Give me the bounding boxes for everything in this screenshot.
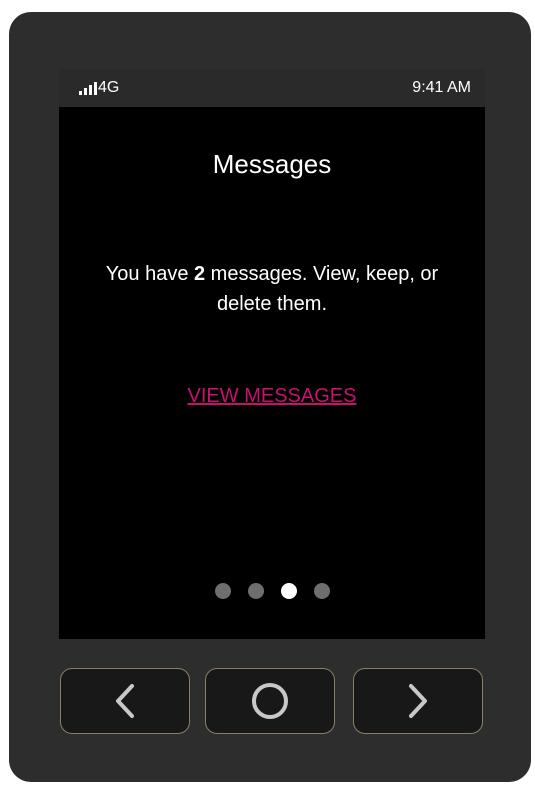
message-suffix: messages. View, keep, or delete them. bbox=[205, 263, 439, 315]
message-count: 2 bbox=[194, 263, 206, 285]
view-messages-link[interactable]: VIEW MESSAGES bbox=[59, 385, 485, 408]
chevron-right-icon bbox=[409, 684, 427, 718]
signal-bars-icon bbox=[79, 81, 97, 95]
page-title: Messages bbox=[212, 149, 332, 179]
status-bar: 4G 9:41 AM bbox=[59, 69, 485, 107]
page-dot bbox=[214, 583, 231, 599]
message-prefix: You have bbox=[105, 263, 194, 285]
back-button[interactable] bbox=[60, 668, 190, 734]
network-type: 4G bbox=[98, 79, 120, 96]
message-text: You have 2 messages. View, keep, or dele… bbox=[89, 259, 455, 319]
chevron-left-icon bbox=[116, 684, 134, 718]
page-dot bbox=[313, 583, 330, 599]
page-dot bbox=[247, 583, 264, 599]
circle-icon bbox=[252, 683, 288, 719]
next-button[interactable] bbox=[353, 668, 483, 734]
home-button[interactable] bbox=[205, 668, 335, 734]
status-time: 9:41 AM bbox=[412, 79, 471, 96]
screen: 4G 9:41 AM Messages You have 2 messages.… bbox=[59, 69, 485, 639]
device-bezel: 4G 9:41 AM Messages You have 2 messages.… bbox=[9, 12, 531, 782]
pagination-dots bbox=[59, 583, 485, 599]
page-dot-active bbox=[280, 583, 297, 599]
